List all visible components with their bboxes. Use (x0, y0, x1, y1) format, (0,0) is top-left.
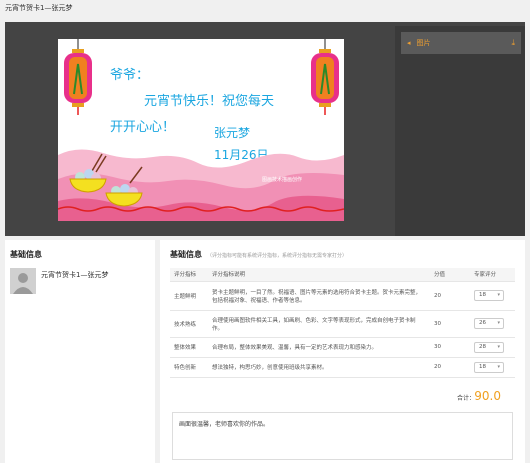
criterion-name: 整体效果 (170, 337, 208, 358)
column-header: 分值 (430, 268, 470, 282)
column-header: 评分指标 (170, 268, 208, 282)
criterion-desc: 合理布局，整体效果美观、温馨，具有一定的艺术表现力和感染力。 (208, 337, 430, 358)
total-label: 合计： (456, 395, 475, 402)
work-name: 元宵节贺卡1—张元梦 (41, 271, 109, 279)
page-title: 元宵节贺卡1—张元梦 (5, 4, 73, 12)
criterion-name: 主题鲜明 (170, 281, 208, 311)
criterion-score: 30 (430, 310, 470, 338)
criterion-score: 20 (430, 357, 470, 378)
greeting-card-image: 爷爷： 元宵节快乐！祝您每天 开开心心！ 张元梦 11月26日 图画技术描画创作 (58, 39, 344, 221)
card-author: 张元梦 (214, 126, 250, 140)
expert-score-select[interactable]: 18 (474, 361, 504, 373)
download-icon[interactable]: ⤓ (511, 38, 515, 48)
expert-score-select[interactable]: 26 (474, 318, 504, 329)
greeting-card-drawing: 爷爷： 元宵节快乐！祝您每天 开开心心！ 张元梦 11月26日 图画技术描画创作 (58, 39, 344, 221)
total-row: 合计： 90.0 (170, 386, 515, 406)
expert-score-select[interactable]: 28 (474, 341, 504, 353)
column-header: 专家评分 (470, 268, 515, 282)
lantern-right-icon (311, 39, 339, 115)
card-small-caption: 图画技术描画创作 (262, 176, 302, 183)
total-value: 90.0 (474, 389, 501, 403)
criterion-desc: 合理使用画图软件相关工具，如画刷、色彩、文字等表现形式，完成自创电子贺卡制作。 (208, 310, 430, 338)
user-avatar-icon (13, 273, 33, 294)
criterion-desc: 贺卡主题鲜明，一目了然。祝福语、图片等元素的选用符合贺卡主题。贺卡元素完整，包括… (208, 281, 430, 311)
comment-textarea[interactable]: 画面很温馨，老师喜欢你的作品。 (172, 412, 513, 460)
caret-left-icon: ◂ (407, 39, 411, 47)
avatar (10, 268, 36, 294)
resource-sidebar: ◂ 图片 ⤓ (395, 26, 525, 236)
evaluation-title: 基础信息 (170, 250, 202, 259)
table-row: 技术熟练 合理使用画图软件相关工具，如画刷、色彩、文字等表现形式，完成自创电子贺… (170, 310, 515, 338)
criterion-name: 技术熟练 (170, 310, 208, 338)
table-row: 整体效果 合理布局，整体效果美观、温馨，具有一定的艺术表现力和感染力。 30 2… (170, 337, 515, 358)
criterion-score: 30 (430, 337, 470, 358)
criterion-score: 20 (430, 281, 470, 311)
card-greeting-line1: 爷爷： (110, 68, 149, 83)
evaluation-note: （评分指标可能有系统评分指标，系统评分指标无需专家打分） (207, 253, 348, 259)
sidebar-item-label: 图片 (416, 39, 431, 47)
basic-info-title: 基础信息 (10, 250, 42, 259)
table-row: 特色创新 想法独特，构思巧妙，创意使用班级共享素材。 20 18 (170, 357, 515, 378)
criterion-name: 特色创新 (170, 357, 208, 378)
lantern-left-icon (64, 39, 92, 115)
table-row: 主题鲜明 贺卡主题鲜明，一目了然。祝福语、图片等元素的选用符合贺卡主题。贺卡元素… (170, 281, 515, 311)
card-greeting-line2: 元宵节快乐！祝您每天 (144, 93, 274, 109)
top-bar: 元宵节贺卡1—张元梦 (0, 0, 530, 22)
sidebar-item-images[interactable]: ◂ 图片 ⤓ (401, 32, 521, 54)
card-greeting-line3: 开开心心！ (110, 120, 175, 135)
expert-score-select[interactable]: 18 (474, 290, 504, 301)
criterion-desc: 想法独特，构思巧妙，创意使用班级共享素材。 (208, 357, 430, 378)
column-header: 评分指标说明 (208, 268, 430, 282)
evaluation-table: 评分指标 评分指标说明 分值 专家评分 主题鲜明 贺卡主题鲜明，一目了然。祝福语… (170, 268, 515, 378)
table-header-row: 评分指标 评分指标说明 分值 专家评分 (170, 268, 515, 282)
